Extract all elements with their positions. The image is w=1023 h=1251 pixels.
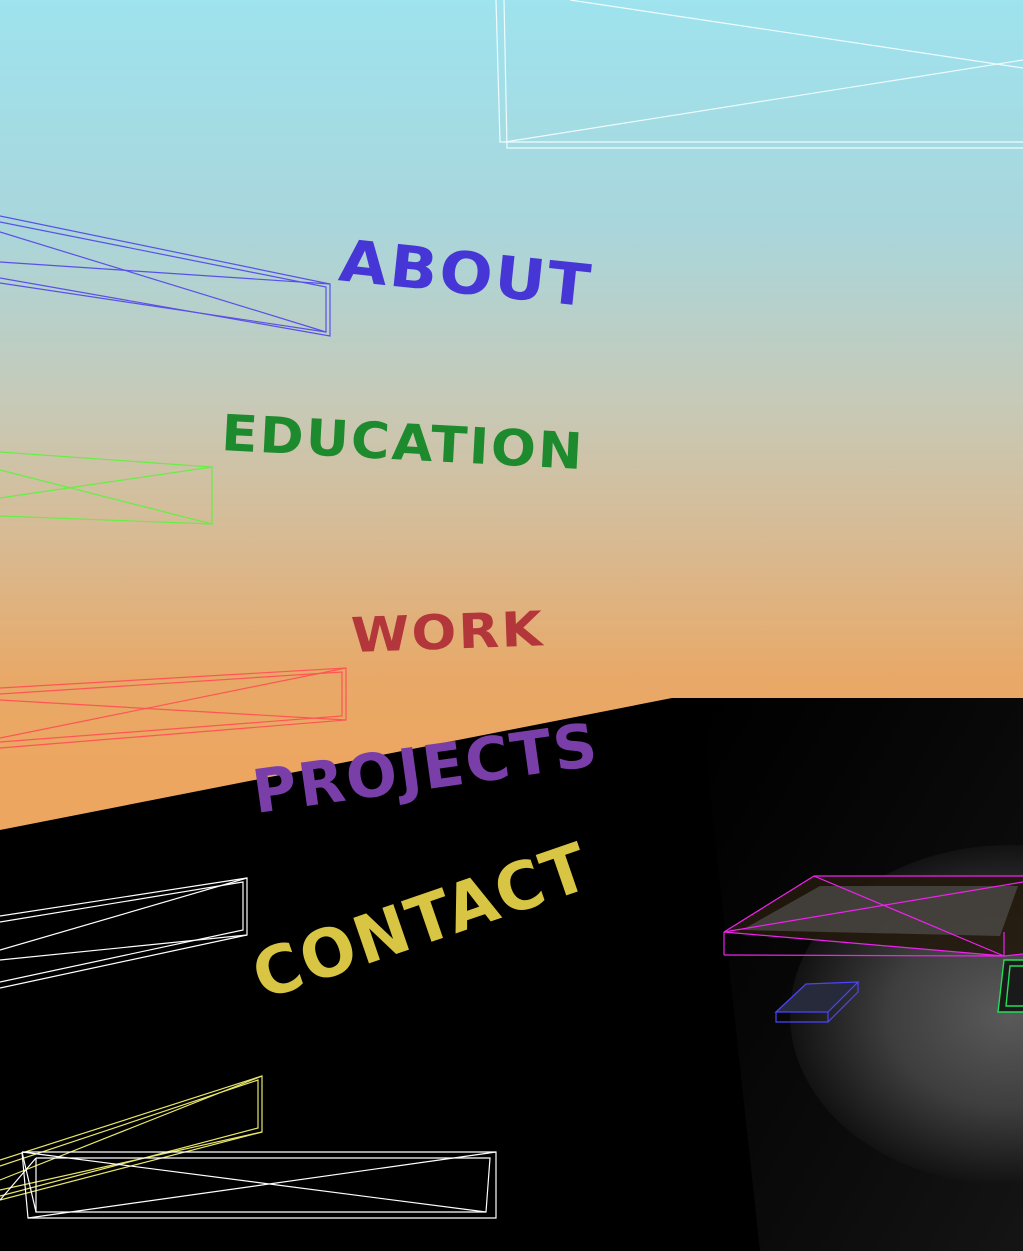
3d-scene-viewport[interactable]: ABOUT EDUCATION WORK PROJECTS CONTACT [0, 0, 1023, 1251]
wireframe-box-education [0, 451, 213, 525]
nav-work[interactable]: WORK [350, 601, 545, 664]
wireframe-box-work [0, 667, 347, 749]
wireframe-box-about [0, 215, 331, 337]
wireframe-box-top [495, 0, 1023, 149]
